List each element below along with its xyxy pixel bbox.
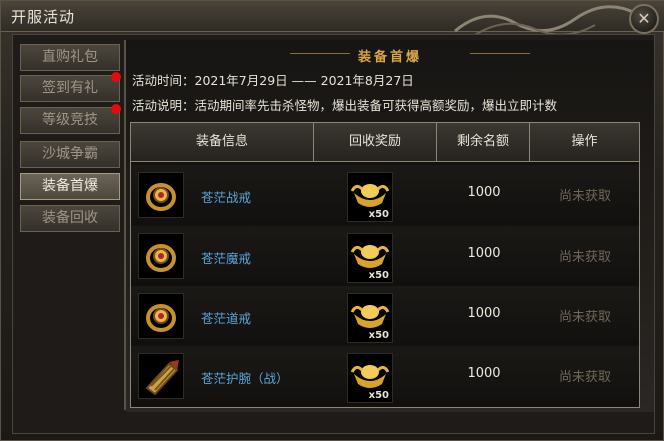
ring-icon[interactable]	[138, 293, 184, 339]
ring-icon[interactable]	[138, 233, 184, 279]
equipment-name[interactable]: 苍茫护腕（战）	[201, 368, 289, 387]
title-ornament-right	[470, 53, 530, 54]
remaining-count: 1000	[467, 366, 501, 381]
title-bar: 开服活动	[1, 1, 664, 36]
table-row: 苍茫护腕（战） x50 1000 尚未获取	[131, 346, 639, 406]
table-row: 苍茫战戒 x50 1000 尚未获取	[131, 165, 639, 225]
reward-item[interactable]: x50	[347, 172, 393, 222]
equipment-name[interactable]: 苍茫战戒	[201, 187, 251, 206]
sidebar-item-label: 装备首爆	[42, 178, 98, 194]
column-header-remaining: 剩余名额	[456, 134, 509, 149]
reward-quantity: x50	[368, 330, 389, 341]
sidebar-item-label: 装备回收	[42, 210, 98, 226]
claim-status-button[interactable]: 尚未获取	[531, 366, 639, 385]
reward-item[interactable]: x50	[347, 233, 393, 283]
column-header-equipment: 装备信息	[195, 134, 248, 149]
equipment-table: 装备信息 回收奖励 剩余名额 操作 苍茫战戒 x50 1000 尚未获取 苍茫魔…	[130, 122, 640, 408]
sidebar-item-label: 签到有礼	[42, 80, 98, 96]
sidebar-item-signin[interactable]: 签到有礼	[20, 72, 121, 102]
claim-status-button[interactable]: 尚未获取	[531, 306, 639, 325]
event-description: 活动说明：活动期间率先击杀怪物，爆出装备可获得高额奖励，爆出立即计数	[132, 98, 558, 113]
table-row: 苍茫魔戒 x50 1000 尚未获取	[131, 226, 639, 286]
reward-quantity: x50	[368, 390, 389, 401]
section-title: 装备首爆	[357, 50, 422, 65]
close-icon: ✕	[637, 9, 651, 28]
sidebar-item-level[interactable]: 等级竞技	[20, 104, 121, 134]
window-title: 开服活动	[11, 8, 76, 26]
column-header-reward: 回收奖励	[348, 134, 401, 149]
claim-status-button[interactable]: 尚未获取	[531, 185, 639, 204]
sidebar-divider	[124, 40, 126, 410]
remaining-count: 1000	[467, 246, 501, 261]
ring-icon[interactable]	[138, 172, 184, 218]
equipment-name[interactable]: 苍茫魔戒	[201, 248, 251, 267]
event-time: 活动时间：2021年7月29日 —— 2021年8月27日	[132, 73, 414, 88]
sidebar-item-recycle[interactable]: 装备回收	[20, 205, 120, 232]
table-header: 装备信息 回收奖励 剩余名额 操作	[131, 123, 639, 162]
reward-item[interactable]: x50	[347, 293, 393, 343]
gold-ingot-icon	[350, 365, 390, 388]
table-row: 苍茫道戒 x50 1000 尚未获取	[131, 286, 639, 346]
equipment-name[interactable]: 苍茫道戒	[201, 308, 251, 327]
gold-ingot-icon	[350, 245, 390, 268]
sidebar-item-siege[interactable]: 沙城争霸	[20, 141, 120, 168]
gold-ingot-icon	[350, 305, 390, 328]
remaining-count: 1000	[467, 185, 501, 200]
claim-status-button[interactable]: 尚未获取	[531, 246, 639, 265]
bracer-icon[interactable]	[138, 353, 184, 399]
sidebar-item-label: 等级竞技	[42, 112, 98, 128]
close-button[interactable]: ✕	[629, 4, 659, 34]
column-header-action: 操作	[571, 134, 598, 149]
sidebar-item-label: 沙城争霸	[42, 146, 98, 162]
sidebar-item-label: 直购礼包	[42, 49, 98, 65]
reward-quantity: x50	[368, 209, 389, 220]
gold-ingot-icon	[350, 184, 390, 207]
reward-quantity: x50	[368, 270, 389, 281]
sidebar-item-direct-gift[interactable]: 直购礼包	[20, 44, 120, 71]
notification-dot	[111, 104, 121, 114]
notification-dot	[111, 72, 121, 82]
reward-item[interactable]: x50	[347, 353, 393, 403]
sidebar-item-first-drop[interactable]: 装备首爆	[20, 173, 120, 200]
remaining-count: 1000	[467, 306, 501, 321]
